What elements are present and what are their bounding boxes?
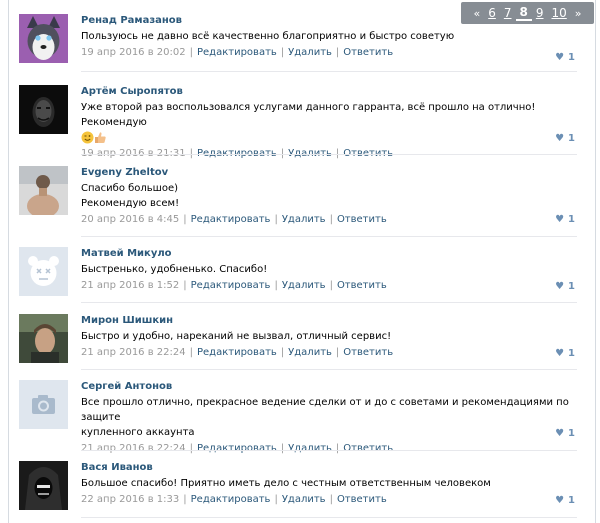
heart-icon: ♥ [555,348,565,359]
comment-author[interactable]: Ренад Рамазанов [81,14,577,27]
delete-link[interactable]: Удалить [288,347,332,358]
comment-meta: 22 апр 2016 в 1:33 | Редактировать | Удалить… [81,494,387,505]
comment-author[interactable]: Матвей Микуло [81,247,577,260]
comment-divider [81,236,577,237]
comment-date[interactable]: 21 апр 2016 в 22:24 [81,347,186,358]
like-count: 1 [568,348,575,359]
comment-divider [81,517,577,518]
like-count: 1 [568,428,575,439]
heart-icon: ♥ [555,214,565,225]
comment-meta: 20 апр 2016 в 4:45 | Редактировать | Удалить… [81,214,387,225]
heart-icon: ♥ [555,133,565,144]
movie-avatar[interactable] [19,314,68,363]
comment-divider [81,302,577,303]
edit-link[interactable]: Редактировать [191,494,271,505]
comment-divider [81,450,577,451]
comment-date[interactable]: 21 апр 2016 в 22:24 [81,443,186,454]
comment-meta: 21 апр 2016 в 22:24 | Редактировать | Удалит… [81,347,394,358]
like-button[interactable]: ♥ 1 [555,428,575,439]
photo-avatar[interactable] [19,166,68,215]
heart-icon: ♥ [555,52,565,63]
comment-divider [81,369,577,370]
comment-date[interactable]: 20 апр 2016 в 4:45 [81,214,179,225]
reply-link[interactable]: Ответить [337,494,387,505]
comment: Вася Иванов Большое спасибо! Приятно име… [19,461,579,511]
deactivated-avatar[interactable] [19,247,68,296]
reply-link[interactable]: Ответить [343,47,393,58]
like-count: 1 [568,281,575,292]
like-count: 1 [568,52,575,63]
like-count: 1 [568,495,575,506]
delete-link[interactable]: Удалить [282,214,326,225]
like-button[interactable]: ♥ 1 [555,52,575,63]
comment: Сергей Антонов Все прошло отлично, прекр… [19,380,579,454]
delete-link[interactable]: Удалить [282,494,326,505]
like-button[interactable]: ♥ 1 [555,281,575,292]
hood-avatar[interactable] [19,461,68,510]
comment-author[interactable]: Evgeny Zheltov [81,166,577,179]
delete-link[interactable]: Удалить [282,280,326,291]
edit-link[interactable]: Редактировать [197,47,277,58]
like-button[interactable]: ♥ 1 [555,348,575,359]
comment-text: Спасибо большое) Рекомендую всем! [81,183,180,209]
comment: Мирон Шишкин Быстро и удобно, нареканий … [19,314,579,364]
comment-text: Все прошло отлично, прекрасное ведение с… [81,397,569,438]
comment-divider [81,71,577,72]
comment-date[interactable]: 22 апр 2016 в 1:33 [81,494,179,505]
comment: Ренад Рамазанов Пользуюсь не давно всё к… [19,14,579,70]
like-button[interactable]: ♥ 1 [555,495,575,506]
comment-meta: 19 апр 2016 в 20:02 | Редактировать | Удалит… [81,47,394,58]
reply-link[interactable]: Ответить [343,443,393,454]
edit-link[interactable]: Редактировать [197,443,277,454]
delete-link[interactable]: Удалить [288,47,332,58]
heart-icon: ♥ [555,495,565,506]
like-button[interactable]: ♥ 1 [555,133,575,144]
wink-emoji [81,131,94,144]
comment: Evgeny Zheltov Спасибо большое) Рекоменду… [19,166,579,228]
like-count: 1 [568,214,575,225]
comment-author[interactable]: Мирон Шишкин [81,314,577,327]
heart-icon: ♥ [555,281,565,292]
comment-date[interactable]: 19 апр 2016 в 20:02 [81,47,186,58]
edit-link[interactable]: Редактировать [197,347,277,358]
comment-meta: 21 апр 2016 в 1:52 | Редактировать | Удалить… [81,280,387,291]
comment-author[interactable]: Артём Сыропятов [81,85,577,98]
mask-avatar[interactable] [19,85,68,134]
reply-link[interactable]: Ответить [337,280,387,291]
thumbs-up-emoji [94,131,107,144]
husky-avatar[interactable] [19,14,68,63]
comment-text: Быстренько, удобненько. Спасибо! [81,264,268,275]
comment-text: Быстро и удобно, нареканий не вызвал, от… [81,331,392,342]
like-button[interactable]: ♥ 1 [555,214,575,225]
comment-date[interactable]: 21 апр 2016 в 1:52 [81,280,179,291]
reply-link[interactable]: Ответить [337,214,387,225]
reply-link[interactable]: Ответить [343,347,393,358]
comment-text: Пользуюсь не давно всё качественно благо… [81,31,455,42]
heart-icon: ♥ [555,428,565,439]
comment-divider [81,154,577,155]
edit-link[interactable]: Редактировать [191,214,271,225]
camera-avatar[interactable] [19,380,68,429]
comment: Матвей Микуло Быстренько, удобненько. Сп… [19,247,579,297]
comment-text: Уже второй раз воспользовался услугами д… [81,100,577,145]
comment-meta: 21 апр 2016 в 22:24 | Редактировать | Удалит… [81,443,394,454]
comment-text: Большое спасибо! Приятно иметь дело с че… [81,478,491,489]
comment-author[interactable]: Сергей Антонов [81,380,577,393]
delete-link[interactable]: Удалить [288,443,332,454]
comment-author[interactable]: Вася Иванов [81,461,577,474]
comment: Артём Сыропятов Уже второй раз воспользо… [19,85,579,159]
edit-link[interactable]: Редактировать [191,280,271,291]
like-count: 1 [568,133,575,144]
